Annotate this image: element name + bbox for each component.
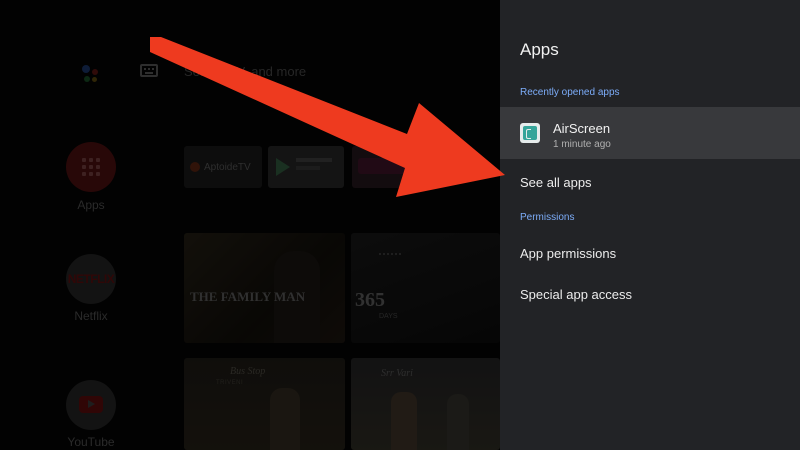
app-permissions-item[interactable]: App permissions [520,246,616,261]
netflix-favorite-button[interactable]: NETFLIX [66,254,116,304]
panel-title: Apps [520,40,559,59]
show-title: THE FAMILY MAN [190,289,306,304]
permissions-header: Permissions [520,212,575,223]
keyboard-icon[interactable] [140,64,158,77]
show-subtitle: TRIVENI [216,380,244,386]
google-assistant-icon[interactable] [74,56,106,88]
show-tile-bus-stop[interactable]: Bus Stop TRIVENI [184,358,345,450]
show-title: Srr Vari [381,368,413,379]
search-bar-text[interactable]: Search TV, and more [184,64,306,79]
youtube-favorite-button[interactable] [66,380,116,430]
show-title: 365 [355,289,385,311]
aptoide-icon [190,162,200,172]
apps-grid-icon [82,158,100,176]
show-tile-family-man[interactable]: THE FAMILY MAN [184,233,345,343]
play-store-tile[interactable] [268,146,344,188]
see-all-apps-item[interactable]: See all apps [520,175,592,190]
play-store-icon [276,158,290,176]
apps-favorite-label: Apps [77,198,105,212]
airscreen-icon [520,123,540,143]
show-subtitle: DAYS [379,313,398,320]
show-title: Bus Stop [230,366,266,377]
recent-app-time: 1 minute ago [553,139,611,150]
apps-favorite-button[interactable] [66,142,116,192]
show-tile-4[interactable]: Srr Vari [351,358,500,450]
youtube-icon [79,396,103,413]
netflix-favorite-label: Netflix [74,309,108,323]
show-tile-365-days[interactable]: 365 DAYS [351,233,500,343]
aptoide-tile-label: AptoideTV [204,161,251,173]
recently-opened-header: Recently opened apps [520,87,620,98]
apps-settings-panel: Apps Recently opened apps AirScreen 1 mi… [500,0,800,450]
netflix-logo: NETFLIX [67,272,115,286]
recent-app-airscreen[interactable]: AirScreen 1 minute ago [500,107,800,159]
aptoide-tv-tile[interactable]: AptoideTV [184,146,262,188]
recent-app-name: AirScreen [553,121,611,136]
app-tile[interactable] [352,146,430,188]
tv-home-background: Search TV, and more Apps NETFLIX Netflix… [0,0,500,450]
youtube-favorite-label: YouTube [67,435,115,449]
special-app-access-item[interactable]: Special app access [520,287,632,302]
